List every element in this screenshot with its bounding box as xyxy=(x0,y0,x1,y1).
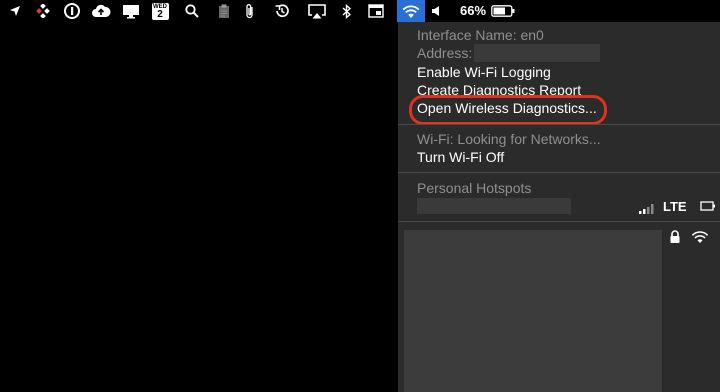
enable-wifi-logging-item[interactable]: Enable Wi-Fi Logging xyxy=(417,63,551,81)
cloud-upload-icon[interactable] xyxy=(90,0,112,22)
wifi-dropdown-menu: Interface Name: en0 Address: Enable Wi-F… xyxy=(398,22,720,392)
calendar-date: 2 xyxy=(157,8,163,20)
address-redacted-field xyxy=(474,44,600,62)
bluetooth-icon[interactable] xyxy=(341,0,353,22)
paperclip-icon[interactable] xyxy=(243,0,257,22)
battery-icon[interactable] xyxy=(490,0,516,22)
hotspot-item-redacted[interactable] xyxy=(417,198,571,214)
menu-bar: WED 2 66% xyxy=(0,0,720,22)
wifi-status-label: Wi-Fi: Looking for Networks... xyxy=(417,131,601,147)
location-arrow-icon[interactable] xyxy=(8,0,22,22)
display-icon[interactable] xyxy=(121,0,141,22)
battery-percent[interactable]: 66% xyxy=(460,0,486,22)
menu-separator xyxy=(398,172,720,173)
address-label: Address: xyxy=(417,45,473,61)
time-machine-icon[interactable] xyxy=(273,0,291,22)
clipboard-icon[interactable] xyxy=(217,0,231,22)
wifi-menu-icon[interactable] xyxy=(397,0,425,22)
calendar-icon[interactable]: WED 2 xyxy=(150,0,170,22)
search-icon[interactable] xyxy=(184,0,200,22)
hotspot-battery-icon xyxy=(700,201,715,211)
lock-icon xyxy=(670,230,680,243)
turn-wifi-off-item[interactable]: Turn Wi-Fi Off xyxy=(417,148,504,166)
onepassword-icon[interactable] xyxy=(63,0,81,22)
highlight-ring xyxy=(409,95,607,125)
personal-hotspots-header: Personal Hotspots xyxy=(417,180,532,196)
cellular-signal-icon xyxy=(639,204,654,214)
interface-name-label: Interface Name: en0 xyxy=(417,27,544,43)
wifi-signal-icon xyxy=(691,231,709,243)
volume-icon[interactable] xyxy=(430,0,442,22)
menu-separator xyxy=(398,221,720,222)
lte-label: LTE xyxy=(663,199,687,214)
screen-icon[interactable] xyxy=(367,0,385,22)
dropbox-like-icon[interactable] xyxy=(35,0,51,22)
airplay-icon[interactable] xyxy=(307,0,327,22)
menu-separator xyxy=(398,124,720,125)
network-list-redacted[interactable] xyxy=(404,230,662,392)
